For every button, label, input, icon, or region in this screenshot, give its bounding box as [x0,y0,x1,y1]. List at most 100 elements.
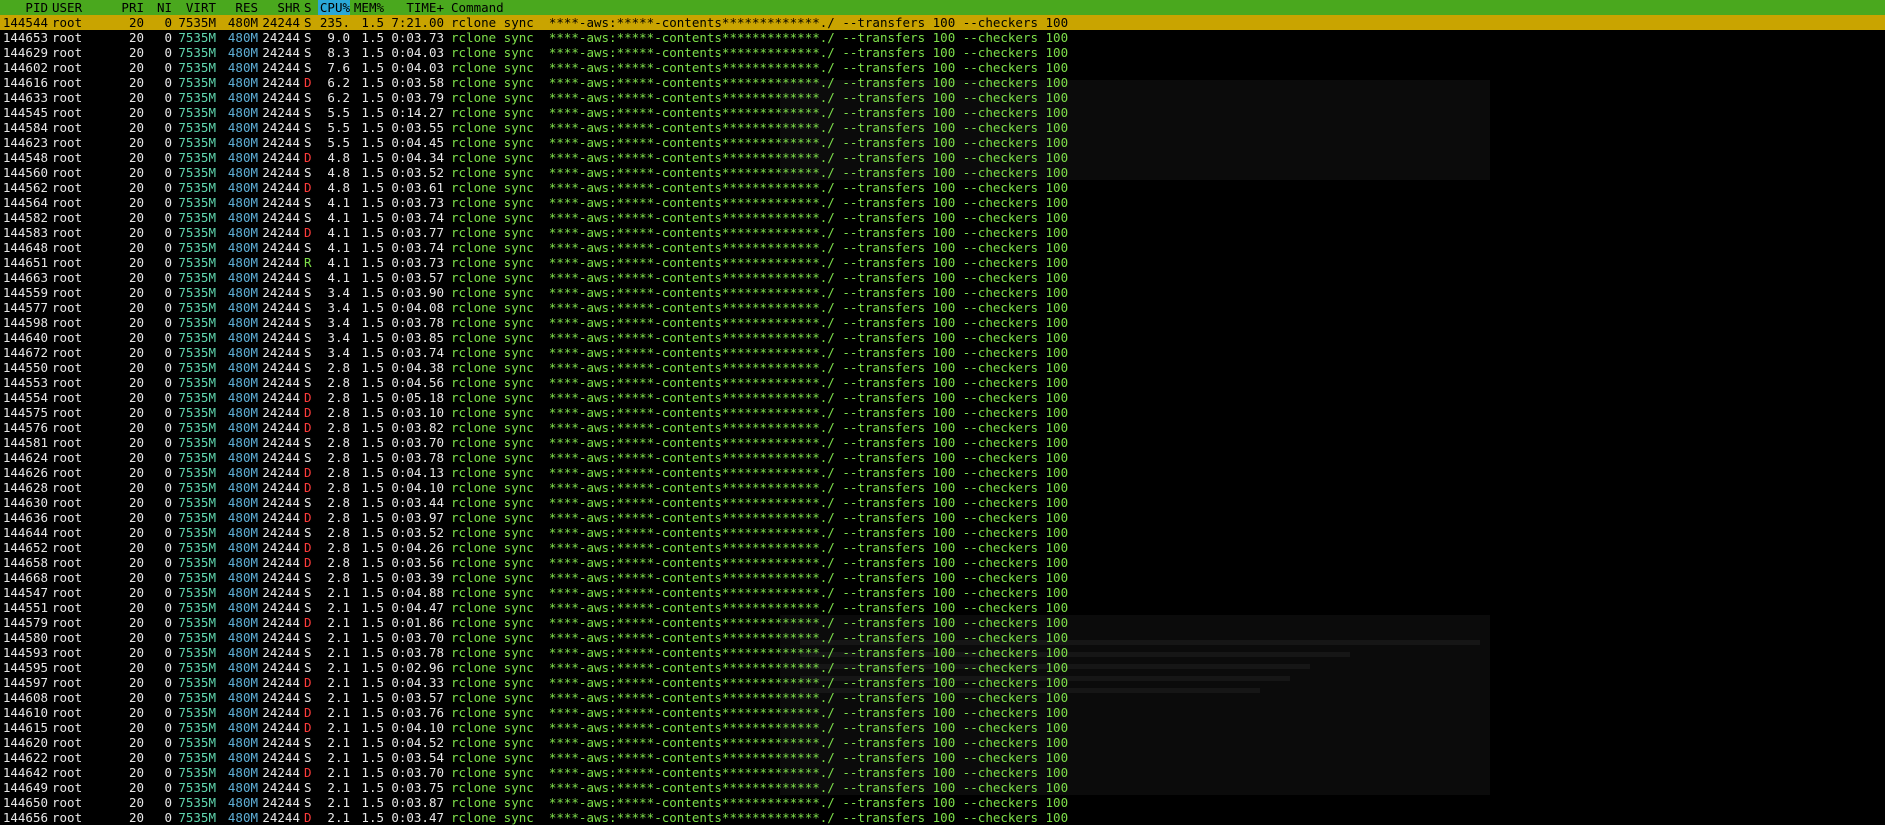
process-cpu: 2.1 [327,585,350,600]
process-row[interactable]: 144623 root 20 0 7535M 480M 24244 S 5.5 1.5 0:04.4… [0,135,1885,150]
process-row[interactable]: 144649 root 20 0 7535M 480M 24244 S 2.1 1.5 0:03.7… [0,780,1885,795]
process-row[interactable]: 144630 root 20 0 7535M 480M 24244 S 2.8 1.5 0:03.4… [0,495,1885,510]
header-user[interactable]: USER [52,0,108,15]
process-row[interactable]: 144576 root 20 0 7535M 480M 24244 D 2.8 1.5 0:03.8… [0,420,1885,435]
process-nice: 0 [164,705,172,720]
process-row[interactable]: 144651 root 20 0 7535M 480M 24244 R 4.1 1.5 0:03.7… [0,255,1885,270]
process-virt: 7535M [178,45,216,60]
process-priority: 20 [128,525,144,540]
process-row[interactable]: 144610 root 20 0 7535M 480M 24244 D 2.1 1.5 0:03.7… [0,705,1885,720]
process-row[interactable]: 144650 root 20 0 7535M 480M 24244 S 2.1 1.5 0:03.8… [0,795,1885,810]
process-row[interactable]: 144583 root 20 0 7535M 480M 24244 D 4.1 1.5 0:03.7… [0,225,1885,240]
process-row[interactable]: 144626 root 20 0 7535M 480M 24244 D 2.8 1.5 0:04.1… [0,465,1885,480]
process-row[interactable]: 144560 root 20 0 7535M 480M 24244 S 4.8 1.5 0:03.5… [0,165,1885,180]
header-res[interactable]: RES [218,0,258,15]
process-row[interactable]: 144547 root 20 0 7535M 480M 24244 S 2.1 1.5 0:04.8… [0,585,1885,600]
process-row[interactable]: 144562 root 20 0 7535M 480M 24244 D 4.8 1.5 0:03.6… [0,180,1885,195]
process-row[interactable]: 144640 root 20 0 7535M 480M 24244 S 3.4 1.5 0:03.8… [0,330,1885,345]
process-res: 480M [227,180,258,195]
process-state: S [304,660,312,675]
process-priority: 20 [128,225,144,240]
process-row[interactable]: 144615 root 20 0 7535M 480M 24244 D 2.1 1.5 0:04.1… [0,720,1885,735]
process-row[interactable]: 144652 root 20 0 7535M 480M 24244 D 2.8 1.5 0:04.2… [0,540,1885,555]
header-state[interactable]: S [304,0,316,15]
process-state: S [304,105,312,120]
process-user: root [52,660,83,675]
process-row[interactable]: 144553 root 20 0 7535M 480M 24244 S 2.8 1.5 0:04.5… [0,375,1885,390]
process-row[interactable]: 144581 root 20 0 7535M 480M 24244 S 2.8 1.5 0:03.7… [0,435,1885,450]
process-user: root [52,345,83,360]
process-row[interactable]: 144597 root 20 0 7535M 480M 24244 D 2.1 1.5 0:04.3… [0,675,1885,690]
process-row[interactable]: 144653 root 20 0 7535M 480M 24244 S 9.0 1.5 0:03.7… [0,30,1885,45]
process-row[interactable]: 144620 root 20 0 7535M 480M 24244 S 2.1 1.5 0:04.5… [0,735,1885,750]
process-cpu: 2.8 [327,465,350,480]
process-command: rclone sync ****-aws:*****-contents*****… [451,675,1069,690]
process-row[interactable]: 144628 root 20 0 7535M 480M 24244 D 2.8 1.5 0:04.1… [0,480,1885,495]
process-time: 0:03.47 [391,810,444,825]
process-mem: 1.5 [361,585,384,600]
process-row[interactable]: 144575 root 20 0 7535M 480M 24244 D 2.8 1.5 0:03.1… [0,405,1885,420]
htop-terminal[interactable]: PID USER PRI NI VIRT RES SHR S CPU% MEM%… [0,0,1885,825]
process-row[interactable]: 144582 root 20 0 7535M 480M 24244 S 4.1 1.5 0:03.7… [0,210,1885,225]
process-row[interactable]: 144668 root 20 0 7535M 480M 24244 S 2.8 1.5 0:03.3… [0,570,1885,585]
process-row[interactable]: 144580 root 20 0 7535M 480M 24244 S 2.1 1.5 0:03.7… [0,630,1885,645]
process-row[interactable]: 144550 root 20 0 7535M 480M 24244 S 2.8 1.5 0:04.3… [0,360,1885,375]
process-res: 480M [227,360,258,375]
process-row[interactable]: 144622 root 20 0 7535M 480M 24244 S 2.1 1.5 0:03.5… [0,750,1885,765]
process-row[interactable]: 144608 root 20 0 7535M 480M 24244 S 2.1 1.5 0:03.5… [0,690,1885,705]
header-cpu-sorted[interactable]: CPU% [318,0,350,15]
process-row[interactable]: 144629 root 20 0 7535M 480M 24244 S 8.3 1.5 0:04.0… [0,45,1885,60]
process-list[interactable]: 144544 root 20 0 7535M 480M 24244 S 235. 1.5 7:21.… [0,15,1885,825]
header-shr[interactable]: SHR [260,0,300,15]
process-res: 480M [227,15,258,30]
header-ni[interactable]: NI [146,0,172,15]
header-command[interactable]: Command [451,0,1881,15]
process-row-selected[interactable]: 144544 root 20 0 7535M 480M 24244 S 235. 1.5 7:21.… [0,15,1885,30]
process-row[interactable]: 144564 root 20 0 7535M 480M 24244 S 4.1 1.5 0:03.7… [0,195,1885,210]
header-pid[interactable]: PID [0,0,48,15]
process-row[interactable]: 144644 root 20 0 7535M 480M 24244 S 2.8 1.5 0:03.5… [0,525,1885,540]
process-row[interactable]: 144598 root 20 0 7535M 480M 24244 S 3.4 1.5 0:03.7… [0,315,1885,330]
process-row[interactable]: 144554 root 20 0 7535M 480M 24244 D 2.8 1.5 0:05.1… [0,390,1885,405]
process-row[interactable]: 144658 root 20 0 7535M 480M 24244 D 2.8 1.5 0:03.5… [0,555,1885,570]
process-row[interactable]: 144577 root 20 0 7535M 480M 24244 S 3.4 1.5 0:04.0… [0,300,1885,315]
process-row[interactable]: 144624 root 20 0 7535M 480M 24244 S 2.8 1.5 0:03.7… [0,450,1885,465]
header-virt[interactable]: VIRT [174,0,216,15]
process-row[interactable]: 144642 root 20 0 7535M 480M 24244 D 2.1 1.5 0:03.7… [0,765,1885,780]
process-time: 0:03.70 [391,435,444,450]
header-time[interactable]: TIME+ [386,0,444,15]
process-mem: 1.5 [361,330,384,345]
process-row[interactable]: 144633 root 20 0 7535M 480M 24244 S 6.2 1.5 0:03.7… [0,90,1885,105]
process-mem: 1.5 [361,315,384,330]
process-nice: 0 [164,555,172,570]
process-row[interactable]: 144545 root 20 0 7535M 480M 24244 S 5.5 1.5 0:14.2… [0,105,1885,120]
process-row[interactable]: 144663 root 20 0 7535M 480M 24244 S 4.1 1.5 0:03.5… [0,270,1885,285]
process-command: rclone sync ****-aws:*****-contents*****… [451,60,1069,75]
process-row[interactable]: 144548 root 20 0 7535M 480M 24244 D 4.8 1.5 0:04.3… [0,150,1885,165]
process-row[interactable]: 144551 root 20 0 7535M 480M 24244 S 2.1 1.5 0:04.4… [0,600,1885,615]
process-shr: 24244 [262,240,300,255]
process-priority: 20 [128,705,144,720]
process-row[interactable]: 144602 root 20 0 7535M 480M 24244 S 7.6 1.5 0:04.0… [0,60,1885,75]
process-row[interactable]: 144616 root 20 0 7535M 480M 24244 D 6.2 1.5 0:03.5… [0,75,1885,90]
process-mem: 1.5 [361,555,384,570]
process-row[interactable]: 144595 root 20 0 7535M 480M 24244 S 2.1 1.5 0:02.9… [0,660,1885,675]
process-priority: 20 [128,360,144,375]
process-shr: 24244 [262,795,300,810]
process-row[interactable]: 144648 root 20 0 7535M 480M 24244 S 4.1 1.5 0:03.7… [0,240,1885,255]
process-row[interactable]: 144672 root 20 0 7535M 480M 24244 S 3.4 1.5 0:03.7… [0,345,1885,360]
header-pri[interactable]: PRI [110,0,144,15]
process-row[interactable]: 144579 root 20 0 7535M 480M 24244 D 2.1 1.5 0:01.8… [0,615,1885,630]
header-mem[interactable]: MEM% [352,0,384,15]
process-nice: 0 [164,345,172,360]
process-row[interactable]: 144593 root 20 0 7535M 480M 24244 S 2.1 1.5 0:03.7… [0,645,1885,660]
process-nice: 0 [164,15,172,30]
process-nice: 0 [164,75,172,90]
process-row[interactable]: 144559 root 20 0 7535M 480M 24244 S 3.4 1.5 0:03.9… [0,285,1885,300]
process-row[interactable]: 144584 root 20 0 7535M 480M 24244 S 5.5 1.5 0:03.5… [0,120,1885,135]
process-row[interactable]: 144636 root 20 0 7535M 480M 24244 D 2.8 1.5 0:03.9… [0,510,1885,525]
process-row[interactable]: 144656 root 20 0 7535M 480M 24244 D 2.1 1.5 0:03.4… [0,810,1885,825]
process-priority: 20 [128,45,144,60]
process-time: 0:03.58 [391,75,444,90]
process-virt: 7535M [178,195,216,210]
